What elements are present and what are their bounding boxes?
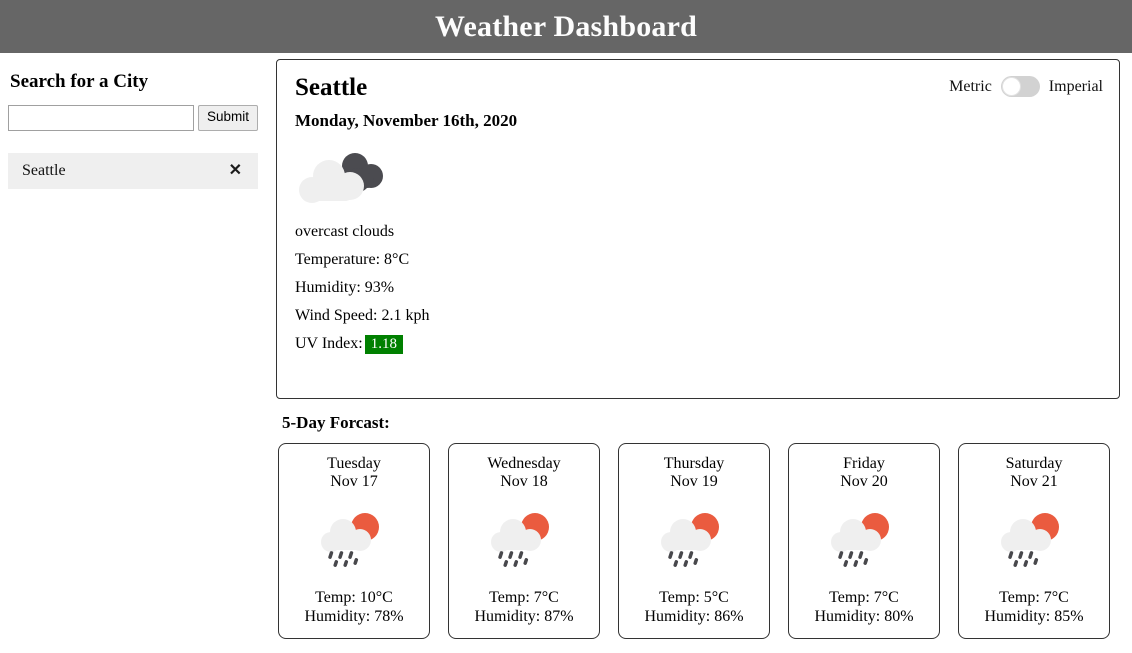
overcast-clouds-icon (295, 150, 1103, 212)
main-content: Seattle Monday, November 16th, 2020 Metr… (266, 53, 1132, 639)
submit-button[interactable]: Submit (197, 105, 258, 131)
current-weather-header: Seattle Monday, November 16th, 2020 Metr… (295, 74, 1103, 130)
forecast-temp: Temp: 7°C (829, 588, 899, 606)
forecast-date: Nov 18 (500, 473, 548, 491)
forecast-humidity: Humidity: 85% (984, 607, 1084, 625)
forecast-temp: Temp: 7°C (489, 588, 559, 606)
history-item-seattle[interactable]: Seattle ✕ (8, 153, 258, 189)
current-temperature: Temperature: 8°C (295, 251, 410, 269)
close-x-icon[interactable]: ✕ (229, 163, 242, 179)
forecast-humidity: Humidity: 87% (474, 607, 574, 625)
forecast-weekday: Saturday (1005, 455, 1063, 472)
history-item-label: Seattle (22, 162, 66, 179)
current-wind-speed: Wind Speed: 2.1 kph (295, 307, 430, 325)
page-title: Weather Dashboard (434, 9, 698, 43)
unit-toggle-knob (1001, 77, 1021, 96)
forecast-card: Thursday Nov 19 Temp: 5°C Humidity: 86% (618, 443, 770, 639)
metric-label: Metric (949, 77, 992, 95)
forecast-date: Nov 17 (330, 473, 378, 491)
forecast-temp: Temp: 10°C (315, 588, 393, 606)
sun-behind-rain-cloud-icon (657, 510, 731, 570)
forecast-humidity: Humidity: 78% (304, 607, 404, 625)
current-date: Monday, November 16th, 2020 (295, 110, 518, 130)
search-input[interactable] (8, 105, 194, 131)
search-history-list: Seattle ✕ (8, 153, 258, 189)
forecast-date: Nov 21 (1010, 473, 1058, 491)
current-weather-titles: Seattle Monday, November 16th, 2020 (295, 74, 517, 130)
unit-toggle-switch[interactable] (1000, 76, 1040, 97)
forecast-weekday: Friday (843, 455, 885, 472)
sidebar: Search for a City Submit Seattle ✕ (0, 53, 266, 189)
search-form: Submit (8, 105, 258, 131)
forecast-date: Nov 20 (840, 473, 888, 491)
forecast-stats: Temp: 10°C Humidity: 78% (304, 588, 403, 626)
forecast-date-block: Friday Nov 20 (840, 455, 888, 492)
forecast-humidity: Humidity: 86% (644, 607, 744, 625)
forecast-card: Tuesday Nov 17 Temp: 10°C Humidity: 78% (278, 443, 430, 639)
forecast-date: Nov 19 (670, 473, 718, 491)
current-uv-index-row: UV Index: 1.18 (295, 335, 1103, 355)
forecast-weekday: Thursday (663, 455, 725, 472)
forecast-date-block: Tuesday Nov 17 (327, 455, 381, 492)
current-condition: overcast clouds (295, 223, 395, 241)
forecast-card: Saturday Nov 21 Temp: 7°C Humidity: 85% (958, 443, 1110, 639)
sun-behind-rain-cloud-icon (827, 510, 901, 570)
forecast-temp: Temp: 5°C (659, 588, 729, 606)
forecast-humidity: Humidity: 80% (814, 607, 914, 625)
current-city-name: Seattle (295, 74, 368, 101)
forecast-date-block: Thursday Nov 19 (664, 455, 724, 492)
page-body: Search for a City Submit Seattle ✕ Seatt… (0, 53, 1132, 639)
forecast-card: Wednesday Nov 18 Temp: 7°C Humidity: 87% (448, 443, 600, 639)
forecast-stats: Temp: 7°C Humidity: 80% (814, 588, 913, 626)
uv-index-badge: 1.18 (364, 335, 403, 355)
unit-toggle-group[interactable]: Metric Imperial (949, 76, 1103, 97)
forecast-card: Friday Nov 20 Temp: 7°C Humidity: 80% (788, 443, 940, 639)
forecast-stats: Temp: 7°C Humidity: 87% (474, 588, 573, 626)
current-weather-card: Seattle Monday, November 16th, 2020 Metr… (276, 59, 1120, 399)
forecast-date-block: Saturday Nov 21 (1006, 455, 1063, 492)
forecast-stats: Temp: 5°C Humidity: 86% (644, 588, 743, 626)
imperial-label: Imperial (1048, 77, 1103, 95)
search-heading: Search for a City (10, 71, 149, 92)
sun-behind-rain-cloud-icon (997, 510, 1071, 570)
forecast-stats: Temp: 7°C Humidity: 85% (984, 588, 1083, 626)
forecast-row: Tuesday Nov 17 Temp: 10°C Humidity: 78% … (276, 443, 1120, 639)
app-header: Weather Dashboard (0, 0, 1132, 53)
forecast-weekday: Wednesday (487, 455, 561, 472)
current-humidity: Humidity: 93% (295, 279, 395, 297)
sun-behind-rain-cloud-icon (487, 510, 561, 570)
forecast-weekday: Tuesday (327, 455, 381, 472)
sun-behind-rain-cloud-icon (317, 510, 391, 570)
uv-index-label: UV Index: (295, 335, 363, 353)
forecast-temp: Temp: 7°C (999, 588, 1069, 606)
forecast-date-block: Wednesday Nov 18 (487, 455, 560, 492)
forecast-heading: 5-Day Forcast: (282, 413, 390, 432)
